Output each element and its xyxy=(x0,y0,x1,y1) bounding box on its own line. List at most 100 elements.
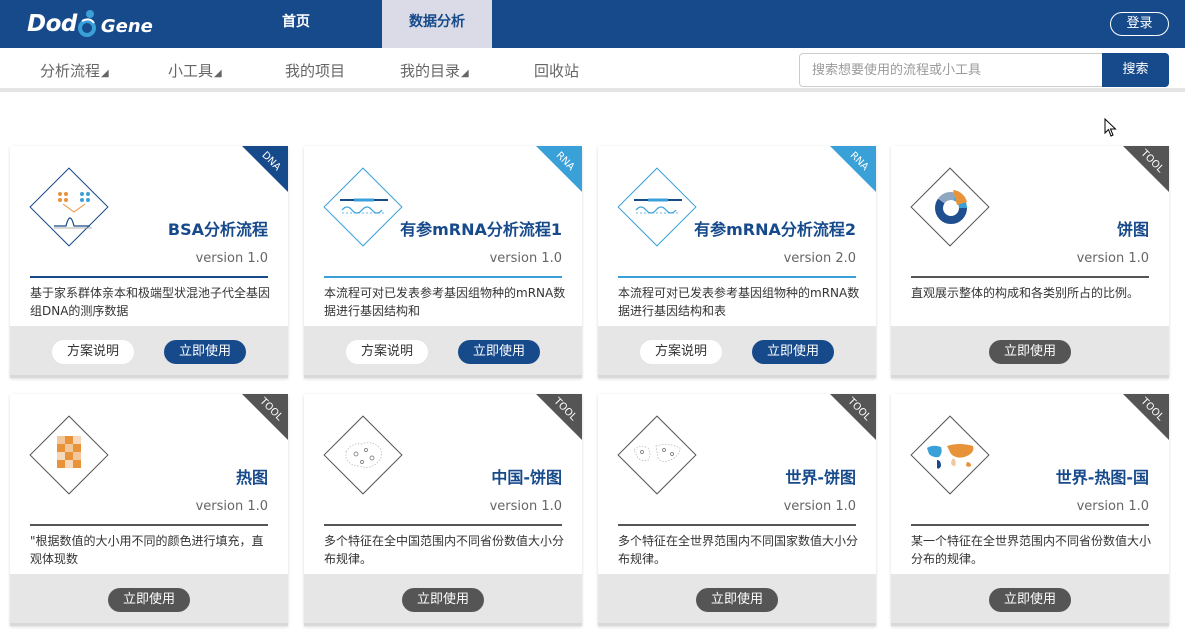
top-navbar: Dod Gene 首页 数据分析 登录 xyxy=(0,0,1185,48)
logo-text-gene: Gene xyxy=(100,15,153,37)
use-now-button[interactable]: 立即使用 xyxy=(164,340,246,364)
card-title[interactable]: 世界-热图-国 xyxy=(1056,464,1149,488)
card-description: 本流程可对已发表参考基因组物种的mRNA数据进行基因结构和 xyxy=(324,286,566,318)
sub-navbar: 分析流程◢ 小工具◢ 我的项目 我的目录◢ 回收站 搜索 xyxy=(0,48,1185,92)
card-divider xyxy=(324,524,562,526)
card-version: version 1.0 xyxy=(489,251,562,266)
card-divider xyxy=(911,276,1149,278)
card-footer: 立即使用 xyxy=(891,574,1169,626)
use-now-button[interactable]: 立即使用 xyxy=(458,340,540,364)
subnav-label: 回收站 xyxy=(534,62,580,80)
pie-chart-icon xyxy=(910,167,990,247)
card-footer: 立即使用 xyxy=(304,574,582,626)
subnav-pipelines[interactable]: 分析流程◢ xyxy=(40,60,109,81)
dropdown-triangle-icon: ◢ xyxy=(461,68,469,79)
use-now-button[interactable]: 立即使用 xyxy=(402,588,484,612)
subnav-my-directory[interactable]: 我的目录◢ xyxy=(400,60,469,81)
mouse-cursor-icon xyxy=(1104,118,1117,137)
use-now-button[interactable]: 立即使用 xyxy=(696,588,778,612)
subnav-my-projects[interactable]: 我的项目 xyxy=(285,60,345,81)
card-description: 本流程可对已发表参考基因组物种的mRNA数据进行基因结构和表 xyxy=(618,286,860,318)
dropdown-triangle-icon: ◢ xyxy=(214,68,222,79)
card-tag-ribbon: RNA xyxy=(536,146,582,192)
nav-data-analysis[interactable]: 数据分析 xyxy=(382,0,492,48)
card-title[interactable]: 有参mRNA分析流程2 xyxy=(694,216,856,240)
bsa-chart-icon xyxy=(29,167,109,247)
card-divider xyxy=(618,524,856,526)
card-description: "根据数值的大小用不同的颜色进行填充，直观体现数 xyxy=(30,534,264,566)
card-tag-ribbon: TOOL xyxy=(830,394,876,440)
card-version: version 1.0 xyxy=(783,499,856,514)
logo-text: Dod xyxy=(27,11,77,37)
card-title[interactable]: 饼图 xyxy=(1117,216,1149,240)
card-version: version 1.0 xyxy=(195,251,268,266)
tool-card: TOOL 世界-饼图 version 1.0 多个特征在全世界范围内不同国家数值… xyxy=(598,394,876,626)
card-version: version 1.0 xyxy=(489,499,562,514)
rna-strand-icon xyxy=(617,167,697,247)
tool-card: TOOL 饼图 version 1.0 直观展示整体的构成和各类别所占的比例。 … xyxy=(891,146,1169,378)
subnav-recycle-bin[interactable]: 回收站 xyxy=(534,60,579,81)
card-footer: 立即使用 xyxy=(10,574,288,626)
plan-description-button[interactable]: 方案说明 xyxy=(346,340,428,364)
card-footer: 立即使用 xyxy=(598,574,876,626)
subnav-label: 分析流程 xyxy=(40,62,101,80)
card-title[interactable]: 世界-饼图 xyxy=(785,464,856,488)
card-footer: 方案说明 立即使用 xyxy=(304,326,582,378)
tool-card: RNA 有参mRNA分析流程2 version 2.0 本流程可对已发表参考基因… xyxy=(598,146,876,378)
dropdown-triangle-icon: ◢ xyxy=(101,68,109,79)
card-tag-ribbon: TOOL xyxy=(1123,394,1169,440)
card-description: 某一个特征在全世界范围内不同省份数值大小分布的规律。 xyxy=(911,534,1152,566)
tool-card: DNA BSA分析流程 version 1.0 基于家系群体亲本和极端型状混池子… xyxy=(10,146,288,378)
search-button[interactable]: 搜索 xyxy=(1102,53,1169,87)
card-version: version 1.0 xyxy=(195,499,268,514)
logo-figure-icon xyxy=(77,10,96,37)
heatmap-icon xyxy=(29,415,109,495)
card-title[interactable]: 有参mRNA分析流程1 xyxy=(400,216,562,240)
card-tag-ribbon: TOOL xyxy=(536,394,582,440)
card-version: version 1.0 xyxy=(1076,251,1149,266)
card-divider xyxy=(30,524,268,526)
card-title[interactable]: BSA分析流程 xyxy=(168,216,268,240)
tool-card: RNA 有参mRNA分析流程1 version 1.0 本流程可对已发表参考基因… xyxy=(304,146,582,378)
card-description: 多个特征在全中国范围内不同省份数值大小分布规律。 xyxy=(324,534,565,566)
tool-card: TOOL 热图 version 1.0 "根据数值的大小用不同的颜色进行填充，直… xyxy=(10,394,288,626)
card-tag-ribbon: RNA xyxy=(830,146,876,192)
tool-card: TOOL 中国-饼图 version 1.0 多个特征在全中国范围内不同省份数值… xyxy=(304,394,582,626)
card-version: version 1.0 xyxy=(1076,499,1149,514)
card-title[interactable]: 热图 xyxy=(236,464,268,488)
dodgene-logo[interactable]: Dod Gene xyxy=(27,7,153,41)
subnav-tools[interactable]: 小工具◢ xyxy=(168,60,222,81)
card-divider xyxy=(324,276,562,278)
rna-strand-icon xyxy=(323,167,403,247)
tool-card: TOOL 世界-热图-国 version 1.0 某一个特征在全世界范围内不同省… xyxy=(891,394,1169,626)
card-tag-ribbon: TOOL xyxy=(1123,146,1169,192)
card-description: 直观展示整体的构成和各类别所占的比例。 xyxy=(911,286,1140,300)
card-tag-ribbon: DNA xyxy=(242,146,288,192)
card-footer: 方案说明 立即使用 xyxy=(598,326,876,378)
plan-description-button[interactable]: 方案说明 xyxy=(52,340,134,364)
subnav-label: 我的目录 xyxy=(400,62,461,80)
card-version: version 2.0 xyxy=(783,251,856,266)
use-now-button[interactable]: 立即使用 xyxy=(752,340,834,364)
use-now-button[interactable]: 立即使用 xyxy=(989,588,1071,612)
card-divider xyxy=(911,524,1149,526)
card-divider xyxy=(30,276,268,278)
subnav-label: 小工具 xyxy=(168,62,214,80)
world-heatmap-icon xyxy=(910,415,990,495)
card-title[interactable]: 中国-饼图 xyxy=(491,464,562,488)
china-map-icon xyxy=(323,415,403,495)
login-button[interactable]: 登录 xyxy=(1110,12,1169,36)
card-divider xyxy=(618,276,856,278)
use-now-button[interactable]: 立即使用 xyxy=(989,340,1071,364)
card-description: 多个特征在全世界范围内不同国家数值大小分布规律。 xyxy=(618,534,859,566)
card-footer: 方案说明 立即使用 xyxy=(10,326,288,378)
plan-description-button[interactable]: 方案说明 xyxy=(640,340,722,364)
card-description: 基于家系群体亲本和极端型状混池子代全基因组DNA的测序数据 xyxy=(30,286,271,318)
card-tag-ribbon: TOOL xyxy=(242,394,288,440)
use-now-button[interactable]: 立即使用 xyxy=(108,588,190,612)
search-input[interactable] xyxy=(799,53,1103,87)
nav-home[interactable]: 首页 xyxy=(256,0,336,48)
world-map-icon xyxy=(617,415,697,495)
subnav-label: 我的项目 xyxy=(285,62,346,80)
card-footer: 立即使用 xyxy=(891,326,1169,378)
